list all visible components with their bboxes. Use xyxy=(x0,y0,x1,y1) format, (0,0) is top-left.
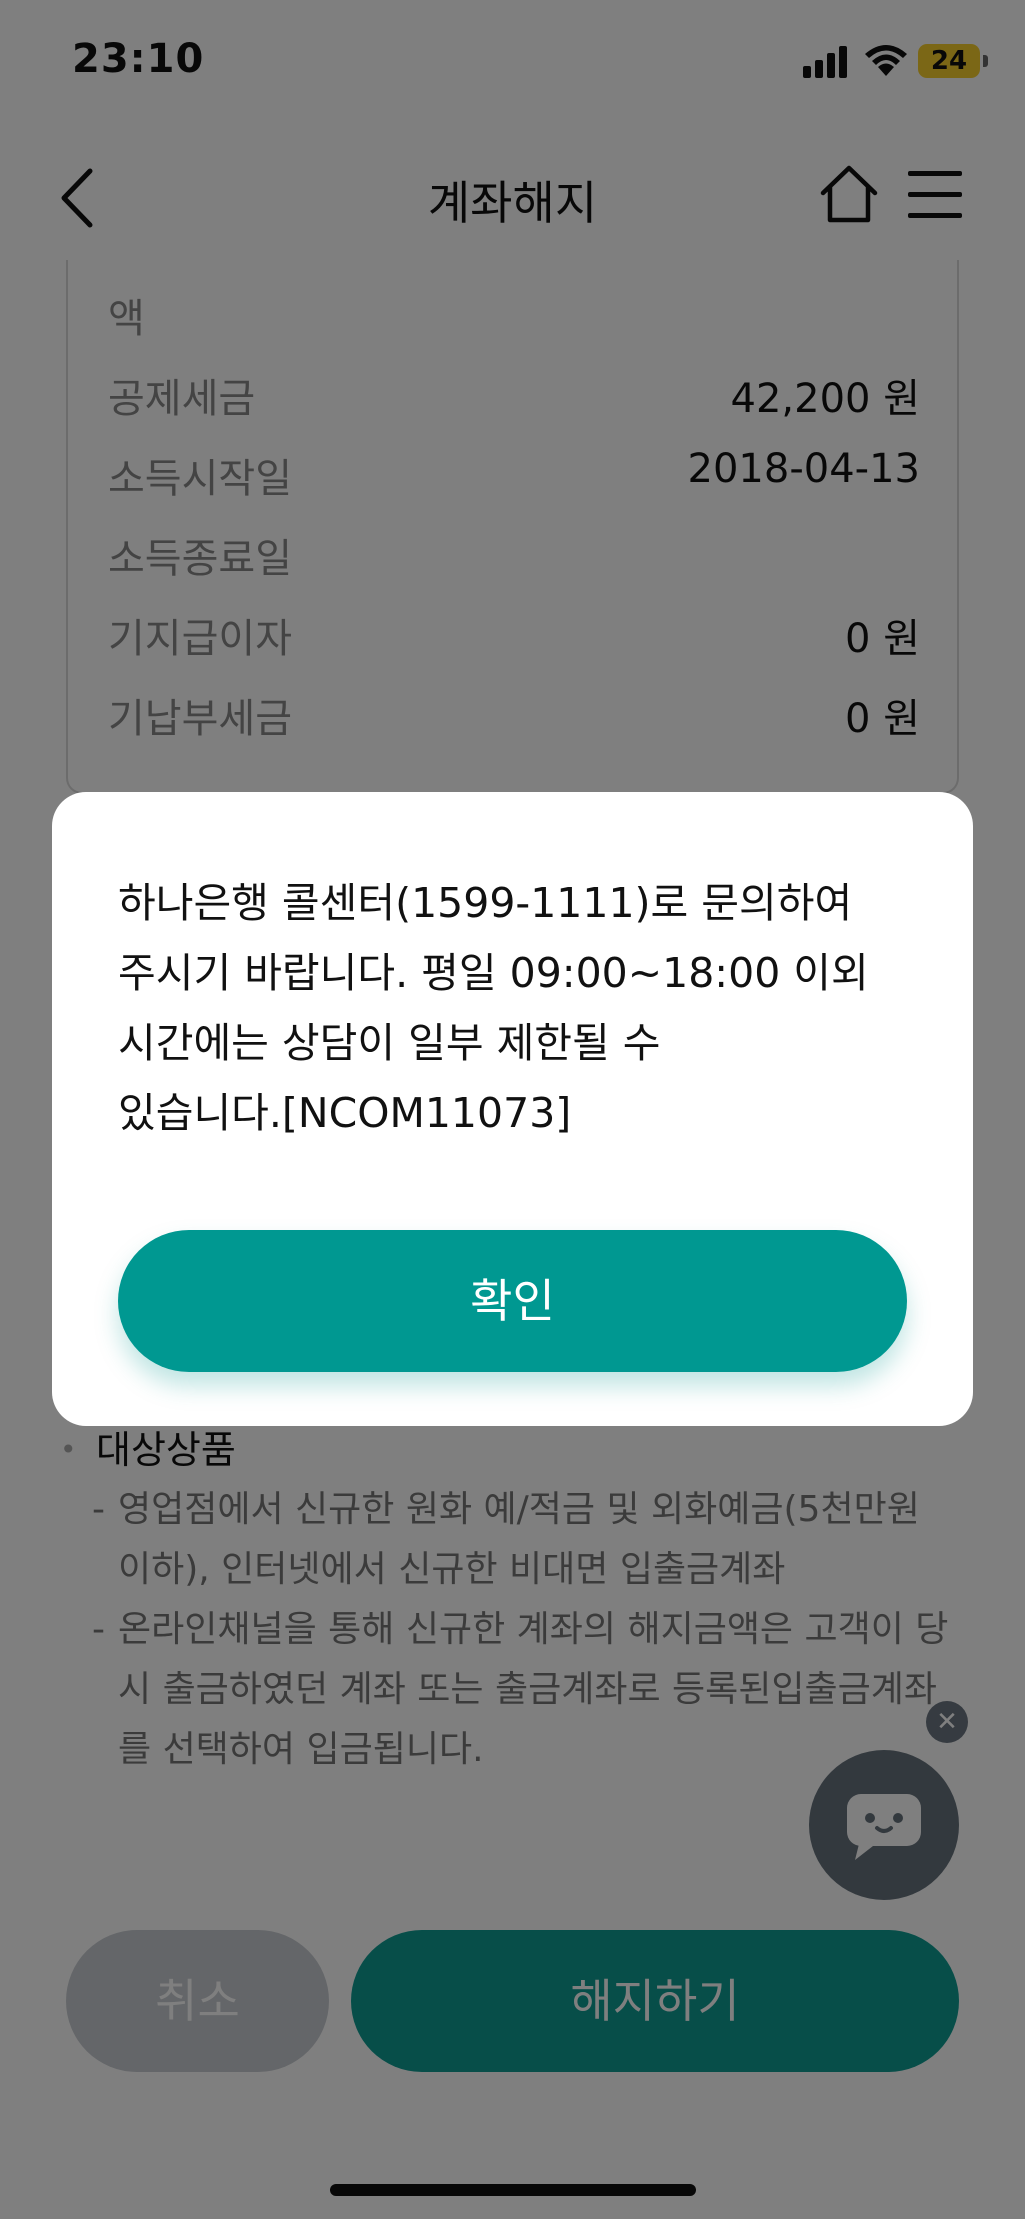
alert-dialog: 하나은행 콜센터(1599-1111)로 문의하여 주시기 바랍니다. 평일 0… xyxy=(52,792,973,1426)
screen: 23:10 24 계좌해지 액 xyxy=(0,0,1025,2219)
dialog-message: 하나은행 콜센터(1599-1111)로 문의하여 주시기 바랍니다. 평일 0… xyxy=(118,879,869,1137)
confirm-button[interactable]: 확인 xyxy=(118,1230,907,1372)
